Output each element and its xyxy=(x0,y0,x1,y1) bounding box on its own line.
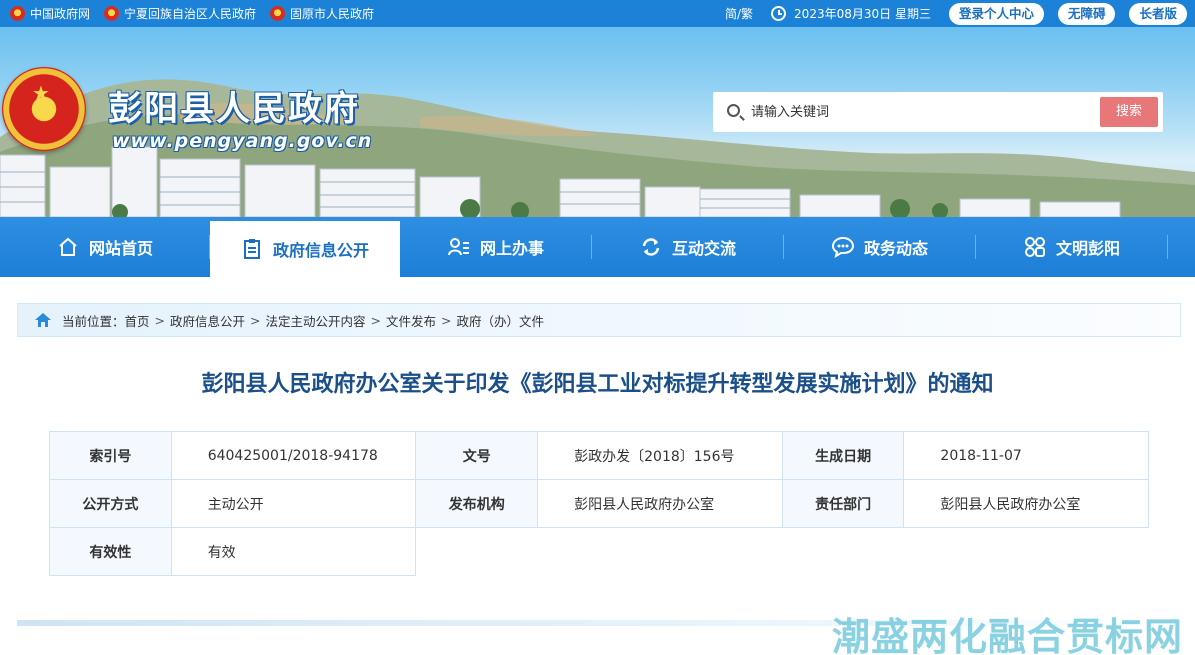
clock-icon xyxy=(771,6,787,21)
index-number-value: 640425001/2018-94178 xyxy=(170,431,417,480)
breadcrumb-separator: > xyxy=(154,312,166,328)
breadcrumb-separator: > xyxy=(441,312,452,328)
national-emblem-icon xyxy=(270,6,286,21)
issuing-agency-value: 彭阳县人民政府办公室 xyxy=(537,479,783,528)
home-icon xyxy=(35,313,51,327)
issuing-agency-label: 发布机构 xyxy=(415,479,539,528)
created-date-label: 生成日期 xyxy=(781,431,905,480)
nav-interaction[interactable]: 互动交流 xyxy=(592,217,784,277)
date-display: 2023年08月30日 星期三 xyxy=(771,5,931,22)
breadcrumb-separator: > xyxy=(370,312,382,328)
star-icon: ★ xyxy=(32,81,50,105)
search-box: 搜索 xyxy=(713,92,1163,132)
breadcrumb-gov-docs[interactable]: 政府（办）文件 xyxy=(457,311,545,330)
search-input[interactable] xyxy=(751,100,1091,124)
site-title: 彭阳县人民政府 xyxy=(108,89,360,129)
top-right: 简/繁 2023年08月30日 星期三 登录个人中心 无障碍 长者版 xyxy=(725,0,1187,27)
table-row: 索引号 640425001/2018-94178 文号 彭政办发〔2018〕15… xyxy=(49,431,1149,480)
breadcrumb: 当前位置： 首页 > 政府信息公开 > 法定主动公开内容 > 文件发布 > 政府… xyxy=(17,303,1181,337)
link-ningxia-gov[interactable]: 宁夏回族自治区人民政府 xyxy=(104,5,256,22)
link-gov-cn[interactable]: 中国政府网 xyxy=(10,5,90,22)
link-guyuan-gov[interactable]: 固原市人民政府 xyxy=(270,5,374,22)
nav-news[interactable]: 政务动态 xyxy=(784,217,976,277)
breadcrumb-statutory[interactable]: 法定主动公开内容 xyxy=(266,311,366,330)
validity-label: 有效性 xyxy=(49,527,172,576)
disclosure-method-label: 公开方式 xyxy=(49,479,172,528)
national-emblem-icon xyxy=(104,6,120,21)
breadcrumb-home[interactable]: 首页 xyxy=(125,311,150,330)
document-icon xyxy=(243,239,260,259)
nav-civilization[interactable]: 文明彭阳 xyxy=(976,217,1168,277)
table-row: 公开方式 主动公开 发布机构 彭阳县人民政府办公室 责任部门 彭阳县人民政府办公… xyxy=(49,479,1149,528)
user-list-icon xyxy=(447,238,469,256)
nav-label: 网上办事 xyxy=(479,239,544,258)
watermark-text: 潮盛两化融合贯标网 xyxy=(831,615,1183,655)
table-row: 有效性 有效 xyxy=(49,527,1149,576)
responsible-dept-value: 彭阳县人民政府办公室 xyxy=(903,479,1149,528)
document-number-value: 彭政办发〔2018〕156号 xyxy=(537,431,783,480)
empty-cell xyxy=(416,528,1149,576)
nav-gov-info[interactable]: 政府信息公开 xyxy=(210,221,400,277)
national-emblem-logo: ★ xyxy=(2,67,86,151)
top-links: 中国政府网 宁夏回族自治区人民政府 固原市人民政府 xyxy=(10,0,374,27)
nav-label: 政府信息公开 xyxy=(272,241,369,260)
login-button[interactable]: 登录个人中心 xyxy=(948,2,1044,25)
header-banner: ★ 彭阳县人民政府 www.pengyang.gov.cn 搜索 xyxy=(0,27,1195,217)
breadcrumb-file-release[interactable]: 文件发布 xyxy=(386,311,436,330)
breadcrumb-gov-info[interactable]: 政府信息公开 xyxy=(170,311,245,330)
breadcrumb-separator: > xyxy=(250,312,261,328)
search-icon xyxy=(727,104,740,117)
article-title: 彭阳县人民政府办公室关于印发《彭阳县工业对标提升转型发展实施计划》的通知 xyxy=(201,372,994,397)
nav-online-service[interactable]: 网上办事 xyxy=(400,217,592,277)
nav-label: 政务动态 xyxy=(863,239,928,258)
nav-home[interactable]: 网站首页 xyxy=(0,217,210,277)
elder-mode-button[interactable]: 长者版 xyxy=(1129,2,1187,25)
home-icon xyxy=(59,237,77,256)
disclosure-method-value: 主动公开 xyxy=(170,479,417,528)
document-info-table: 索引号 640425001/2018-94178 文号 彭政办发〔2018〕15… xyxy=(49,431,1149,576)
breadcrumb-prefix: 当前位置： xyxy=(62,313,125,329)
lang-toggle[interactable]: 简/繁 xyxy=(725,5,753,22)
responsible-dept-label: 责任部门 xyxy=(781,479,905,528)
chat-bubble-icon xyxy=(831,236,854,258)
grid-icon xyxy=(1024,237,1045,257)
nav-label: 文明彭阳 xyxy=(1055,239,1120,258)
accessibility-button[interactable]: 无障碍 xyxy=(1057,2,1116,25)
nav-label: 网站首页 xyxy=(88,239,153,258)
created-date-value: 2018-11-07 xyxy=(903,431,1149,480)
national-emblem-icon xyxy=(10,6,25,21)
nav-label: 互动交流 xyxy=(671,239,736,258)
top-bar: 中国政府网 宁夏回族自治区人民政府 固原市人民政府 简/繁 2023年08月30… xyxy=(0,0,1195,27)
refresh-arrows-icon xyxy=(642,238,660,256)
site-url: www.pengyang.gov.cn xyxy=(112,130,373,152)
validity-value: 有效 xyxy=(170,527,417,576)
search-button[interactable]: 搜索 xyxy=(1100,97,1158,127)
document-number-label: 文号 xyxy=(415,431,539,480)
index-number-label: 索引号 xyxy=(49,431,172,480)
main-nav: 网站首页 政府信息公开 网上办事 互动交流 政务动态 文明彭阳 xyxy=(0,217,1195,277)
